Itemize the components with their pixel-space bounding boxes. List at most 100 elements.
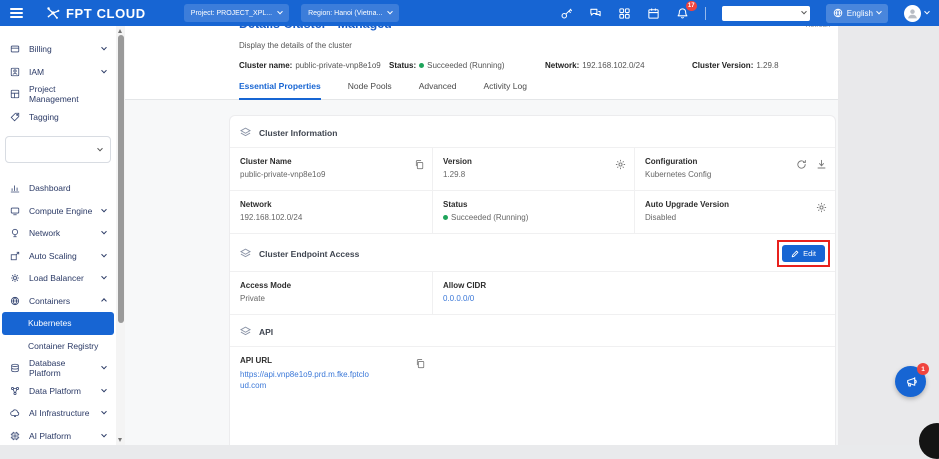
chevron-down-icon bbox=[101, 387, 107, 393]
sidebar-item-label: Kubernetes bbox=[28, 318, 71, 328]
tab-node-pools[interactable]: Node Pools bbox=[348, 81, 392, 99]
edit-endpoint-access-button[interactable]: Edit bbox=[782, 245, 825, 262]
ai-platform-icon bbox=[10, 430, 21, 441]
refresh-icon[interactable] bbox=[796, 159, 807, 170]
divider bbox=[705, 7, 706, 20]
sidebar-item-label: Billing bbox=[29, 44, 52, 54]
scroll-up-arrow-icon[interactable] bbox=[118, 29, 122, 33]
project-selector[interactable]: Project: PROJECT_XPL... bbox=[184, 4, 289, 22]
sidebar-item-label: Dashboard bbox=[29, 183, 71, 193]
notification-count-badge: 17 bbox=[686, 1, 697, 11]
sidebar-item-network[interactable]: Network bbox=[0, 222, 116, 245]
key-icon[interactable] bbox=[560, 7, 573, 20]
copy-icon[interactable] bbox=[415, 358, 425, 369]
sidebar-item-ai-infrastructure[interactable]: AI Infrastructure bbox=[0, 402, 116, 425]
notifications-button[interactable]: 17 bbox=[676, 7, 689, 20]
field-label: Network bbox=[240, 200, 302, 209]
megaphone-icon bbox=[903, 374, 918, 389]
chevron-down-icon bbox=[101, 274, 107, 280]
ai-infrastructure-icon bbox=[10, 408, 21, 419]
header-search-input[interactable] bbox=[726, 7, 802, 20]
section-cluster-information: Cluster Information bbox=[230, 116, 835, 148]
field-value: 192.168.102.0/24 bbox=[240, 213, 302, 222]
field-label: Version bbox=[443, 157, 472, 166]
pencil-icon bbox=[791, 250, 799, 258]
user-menu[interactable] bbox=[904, 5, 929, 22]
database-platform-icon bbox=[10, 363, 21, 374]
cluster-details-card: Cluster Information Cluster Name public-… bbox=[229, 115, 836, 445]
brand-name: FPT CLOUD bbox=[66, 6, 146, 21]
chevron-down-icon bbox=[801, 8, 807, 14]
iam-icon bbox=[10, 66, 21, 77]
chevron-down-icon bbox=[101, 409, 107, 415]
data-platform-icon bbox=[10, 385, 21, 396]
tab-activity-log[interactable]: Activity Log bbox=[484, 81, 527, 99]
field-value: Private bbox=[240, 294, 291, 303]
sidebar-item-billing[interactable]: Billing bbox=[0, 38, 116, 61]
calendar-icon[interactable] bbox=[647, 7, 660, 20]
scroll-down-arrow-icon[interactable] bbox=[118, 438, 122, 442]
sidebar-item-label: Container Registry bbox=[28, 341, 98, 351]
field-label: Allow CIDR bbox=[443, 281, 486, 290]
user-avatar[interactable] bbox=[904, 5, 921, 22]
sidebar-navigation: Billing IAM Project Management Tagging D… bbox=[0, 26, 116, 445]
support-chat-icon[interactable] bbox=[589, 7, 602, 20]
network-icon bbox=[10, 228, 21, 239]
language-selector[interactable]: English bbox=[826, 4, 888, 23]
gear-icon[interactable] bbox=[615, 159, 626, 170]
sidebar-item-containers[interactable]: Containers bbox=[0, 290, 116, 313]
sidebar-item-container-registry[interactable]: Container Registry bbox=[0, 335, 116, 358]
tab-essential-properties[interactable]: Essential Properties bbox=[239, 81, 321, 100]
sidebar-item-kubernetes[interactable]: Kubernetes bbox=[2, 312, 114, 335]
field-value: 1.29.8 bbox=[443, 170, 472, 179]
project-label: Project: PROJECT_XPL... bbox=[191, 10, 272, 17]
announcement-count-badge: 1 bbox=[917, 363, 929, 375]
allow-cidr-link[interactable]: 0.0.0.0/0 bbox=[443, 294, 486, 303]
summary-status: Status: Succeeded (Running) bbox=[389, 61, 545, 70]
chevron-down-icon bbox=[876, 9, 882, 15]
sidebar-item-load-balancer[interactable]: Load Balancer bbox=[0, 267, 116, 290]
sidebar-item-label: Compute Engine bbox=[29, 206, 92, 216]
compute-engine-icon bbox=[10, 205, 21, 216]
sidebar-item-auto-scaling[interactable]: Auto Scaling bbox=[0, 245, 116, 268]
sidebar-item-compute-engine[interactable]: Compute Engine bbox=[0, 200, 116, 223]
sidebar-item-data-platform[interactable]: Data Platform bbox=[0, 380, 116, 403]
sidebar-item-tagging[interactable]: Tagging bbox=[0, 106, 116, 129]
dashboard-icon bbox=[10, 183, 21, 194]
region-selector[interactable]: Region: Hanoi (Vietna... bbox=[301, 4, 399, 22]
header-search-box[interactable] bbox=[722, 6, 810, 21]
sidebar-item-ai-platform[interactable]: AI Platform bbox=[0, 425, 116, 448]
top-navigation-bar: FPT CLOUD Project: PROJECT_XPL... Region… bbox=[0, 0, 939, 26]
scrollbar-thumb[interactable] bbox=[118, 35, 124, 323]
chevron-down-icon bbox=[101, 252, 107, 258]
download-icon[interactable] bbox=[816, 159, 827, 170]
chevron-down-icon bbox=[101, 68, 107, 74]
sidebar-item-database-platform[interactable]: Database Platform bbox=[0, 357, 116, 380]
field-value: public-private-vnp8e1o9 bbox=[240, 170, 325, 179]
section-cluster-endpoint-access: Cluster Endpoint Access Edit bbox=[230, 234, 835, 272]
sidebar-item-label: Tagging bbox=[29, 112, 59, 122]
gear-icon[interactable] bbox=[816, 202, 827, 213]
sidebar-item-label: AI Infrastructure bbox=[29, 408, 89, 418]
sidebar-filter-input[interactable] bbox=[13, 144, 98, 155]
chevron-down-icon bbox=[101, 364, 107, 370]
sidebar-item-dashboard[interactable]: Dashboard bbox=[0, 177, 116, 200]
tab-advanced[interactable]: Advanced bbox=[419, 81, 457, 99]
sidebar-item-project-management[interactable]: Project Management bbox=[0, 83, 116, 106]
status-green-dot bbox=[443, 215, 448, 220]
summary-cluster-name: Cluster name: public-private-vnp8e1o9 bbox=[239, 61, 389, 70]
field-label: Cluster Name bbox=[240, 157, 325, 166]
load-balancer-icon bbox=[10, 273, 21, 284]
announcements-button[interactable]: 1 bbox=[895, 366, 926, 397]
copy-icon[interactable] bbox=[414, 159, 424, 170]
api-url-link[interactable]: https://api.vnp8e1o9.prd.m.fke.fptcloud.… bbox=[240, 369, 370, 391]
menu-toggle-button[interactable] bbox=[10, 8, 23, 18]
sidebar-scrollbar[interactable] bbox=[116, 26, 125, 445]
sidebar-item-label: Network bbox=[29, 228, 60, 238]
summary-cluster-version: Cluster Version: 1.29.8 bbox=[692, 61, 779, 70]
sidebar-filter-select[interactable] bbox=[5, 136, 111, 163]
apps-grid-icon[interactable] bbox=[618, 7, 631, 20]
sidebar-item-iam[interactable]: IAM bbox=[0, 61, 116, 84]
chevron-up-icon bbox=[101, 298, 107, 304]
chevron-down-icon bbox=[101, 229, 107, 235]
